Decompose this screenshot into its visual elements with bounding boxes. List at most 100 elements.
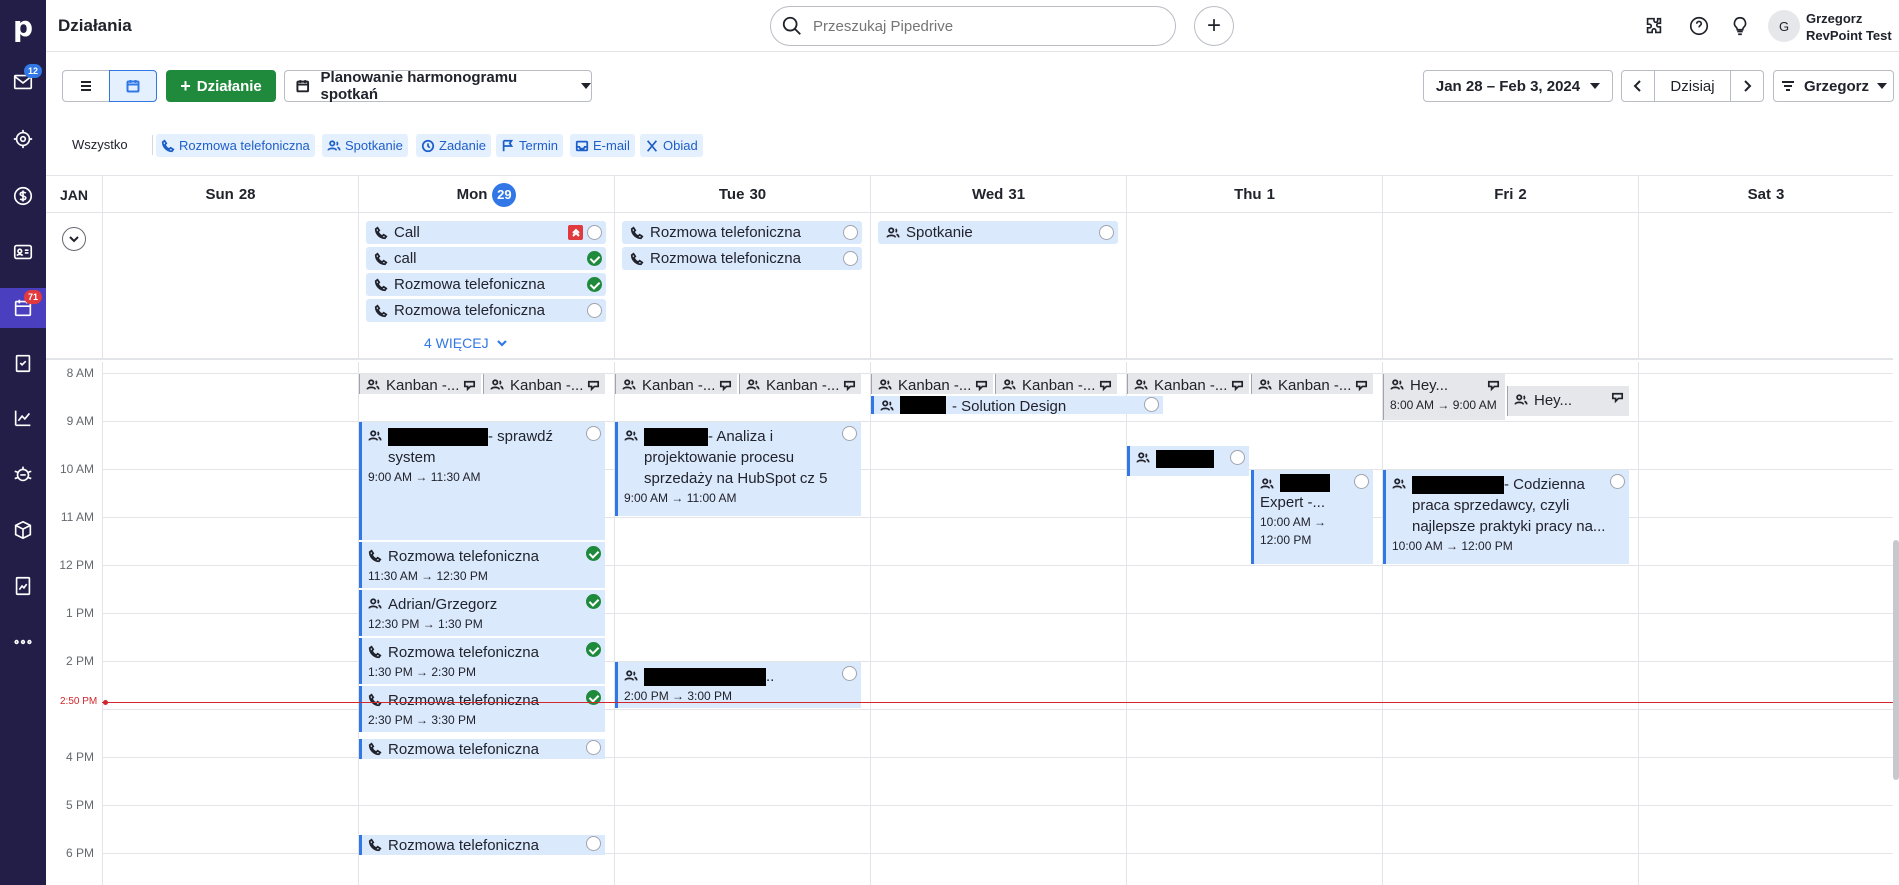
- nav-contacts[interactable]: [0, 232, 46, 272]
- add-activity-button[interactable]: + Działanie: [166, 70, 276, 102]
- event-kanban[interactable]: Kanban -...: [995, 374, 1117, 394]
- event-redacted-meeting[interactable]: -...: [1127, 446, 1249, 476]
- event-hey[interactable]: Hey...: [1507, 386, 1629, 416]
- calendar-scrollbar[interactable]: [1893, 540, 1899, 780]
- search-box[interactable]: [770, 6, 1176, 46]
- date-range-button[interactable]: Jan 28 – Feb 3, 2024: [1423, 70, 1613, 102]
- day-header-thu[interactable]: Thu 1: [1126, 176, 1382, 213]
- event-kanban[interactable]: Kanban -...: [1251, 374, 1373, 394]
- nav-deals[interactable]: [0, 176, 46, 216]
- event-analiza[interactable]: - Analiza i projektowanie procesu sprzed…: [615, 422, 861, 516]
- column-divider: [1382, 362, 1383, 885]
- done-checkbox[interactable]: [843, 251, 858, 266]
- event-kanban[interactable]: Kanban -...: [871, 374, 993, 394]
- done-checkbox[interactable]: [586, 836, 601, 851]
- filter-deadline[interactable]: Termin: [496, 134, 564, 157]
- all-day-event[interactable]: Call: [366, 221, 606, 244]
- filter-meeting[interactable]: Spotkanie: [322, 134, 408, 157]
- nav-mail[interactable]: 12: [0, 62, 46, 102]
- column-divider: [870, 362, 871, 885]
- nav-more[interactable]: [0, 622, 46, 662]
- event-codzienna-praca[interactable]: - Codzienna praca sprzedawcy, czyli najl…: [1383, 470, 1629, 564]
- done-checkbox[interactable]: [1230, 450, 1245, 465]
- nav-leads[interactable]: [0, 119, 46, 159]
- nav-marketplace[interactable]: [0, 454, 46, 494]
- done-checkbox[interactable]: [1354, 474, 1369, 489]
- quick-add-button[interactable]: +: [1194, 6, 1234, 46]
- event-call[interactable]: Rozmowa telefoniczna 1:30 PM → 2:30 PM: [359, 638, 605, 684]
- event-kanban[interactable]: Kanban -...: [615, 374, 737, 394]
- all-day-event[interactable]: Rozmowa telefoniczna: [366, 299, 606, 322]
- day-header-wed[interactable]: Wed 31: [870, 176, 1126, 213]
- day-header-fri[interactable]: Fri 2: [1382, 176, 1638, 213]
- done-checkbox[interactable]: [587, 303, 602, 318]
- done-checkbox[interactable]: [586, 740, 601, 755]
- next-week-button[interactable]: [1730, 70, 1764, 102]
- show-more-link[interactable]: 4 WIĘCEJ: [424, 335, 507, 351]
- pipedrive-logo[interactable]: p: [0, 0, 46, 52]
- event-sprawdz-system[interactable]: - sprawdź system 9:00 AM → 11:30 AM: [359, 422, 605, 540]
- event-call[interactable]: Rozmowa telefoniczna 2:30 PM → 3:30 PM: [359, 686, 605, 732]
- event-kanban[interactable]: Kanban -...: [1127, 374, 1249, 394]
- avatar[interactable]: G: [1768, 10, 1800, 42]
- people-icon: [886, 226, 900, 238]
- day-name: Mon: [456, 186, 488, 203]
- filter-email[interactable]: E-mail: [570, 134, 635, 157]
- nav-tasks[interactable]: [0, 343, 46, 383]
- done-checkbox[interactable]: [587, 251, 602, 266]
- done-checkbox[interactable]: [586, 642, 601, 657]
- list-view-button[interactable]: [62, 70, 110, 102]
- tips-button[interactable]: [1728, 14, 1752, 38]
- filter-call[interactable]: Rozmowa telefoniczna: [156, 134, 315, 157]
- filter-task[interactable]: Zadanie: [416, 134, 491, 157]
- done-checkbox[interactable]: [842, 666, 857, 681]
- collapse-all-day-button[interactable]: [62, 227, 86, 251]
- owner-filter-button[interactable]: Grzegorz: [1773, 70, 1894, 102]
- done-checkbox[interactable]: [843, 225, 858, 240]
- recurring-icon: [974, 378, 989, 393]
- user-menu[interactable]: Grzegorz RevPoint Test: [1806, 10, 1892, 44]
- done-checkbox[interactable]: [1144, 397, 1159, 412]
- all-day-event[interactable]: Rozmowa telefoniczna: [366, 273, 606, 296]
- help-button[interactable]: [1687, 14, 1711, 38]
- event-call[interactable]: Rozmowa telefoniczna 11:30 AM → 12:30 PM: [359, 542, 605, 588]
- event-call[interactable]: Rozmowa telefoniczna: [359, 739, 605, 759]
- filter-all[interactable]: Wszystko: [72, 137, 128, 152]
- event-hey[interactable]: Hey... 8:00 AM → 9:00 AM: [1383, 374, 1505, 420]
- nav-activities[interactable]: 71: [0, 288, 46, 328]
- all-day-event[interactable]: Rozmowa telefoniczna: [622, 247, 862, 270]
- done-checkbox[interactable]: [586, 426, 601, 441]
- event-expert[interactable]: Expert -... 10:00 AM → 12:00 PM: [1251, 470, 1373, 564]
- event-call[interactable]: Rozmowa telefoniczna: [359, 835, 605, 855]
- event-solution-design[interactable]: - Solution Design: [871, 396, 1163, 414]
- done-checkbox[interactable]: [586, 594, 601, 609]
- nav-reports[interactable]: [0, 566, 46, 606]
- done-checkbox[interactable]: [587, 225, 602, 240]
- search-input[interactable]: [813, 17, 1153, 35]
- done-checkbox[interactable]: [587, 277, 602, 292]
- day-header-sat[interactable]: Sat 3: [1638, 176, 1893, 213]
- calendar-view-button[interactable]: [109, 70, 157, 102]
- event-kanban[interactable]: Kanban -...: [483, 374, 605, 394]
- all-day-event[interactable]: Spotkanie: [878, 221, 1118, 244]
- all-day-event[interactable]: call: [366, 247, 606, 270]
- done-checkbox[interactable]: [842, 426, 857, 441]
- done-checkbox[interactable]: [586, 546, 601, 561]
- nav-insights[interactable]: [0, 398, 46, 438]
- event-adrian-grzegorz[interactable]: Adrian/Grzegorz 12:30 PM → 1:30 PM: [359, 590, 605, 636]
- all-day-event[interactable]: Rozmowa telefoniczna: [622, 221, 862, 244]
- prev-week-button[interactable]: [1621, 70, 1655, 102]
- help-icon: [1689, 16, 1709, 36]
- today-button[interactable]: Dzisiaj: [1654, 70, 1731, 102]
- extensions-button[interactable]: [1642, 14, 1666, 38]
- nav-products[interactable]: [0, 510, 46, 550]
- event-kanban[interactable]: Kanban -...: [359, 374, 481, 394]
- done-checkbox[interactable]: [1610, 474, 1625, 489]
- done-checkbox[interactable]: [1099, 225, 1114, 240]
- day-header-tue[interactable]: Tue 30: [614, 176, 870, 213]
- day-header-sun[interactable]: Sun 28: [102, 176, 358, 213]
- event-kanban[interactable]: Kanban -...: [739, 374, 861, 394]
- filter-lunch[interactable]: Obiad: [640, 134, 703, 157]
- day-header-mon[interactable]: Mon 29: [358, 176, 614, 213]
- scheduler-button[interactable]: Planowanie harmonogramu spotkań: [284, 69, 592, 103]
